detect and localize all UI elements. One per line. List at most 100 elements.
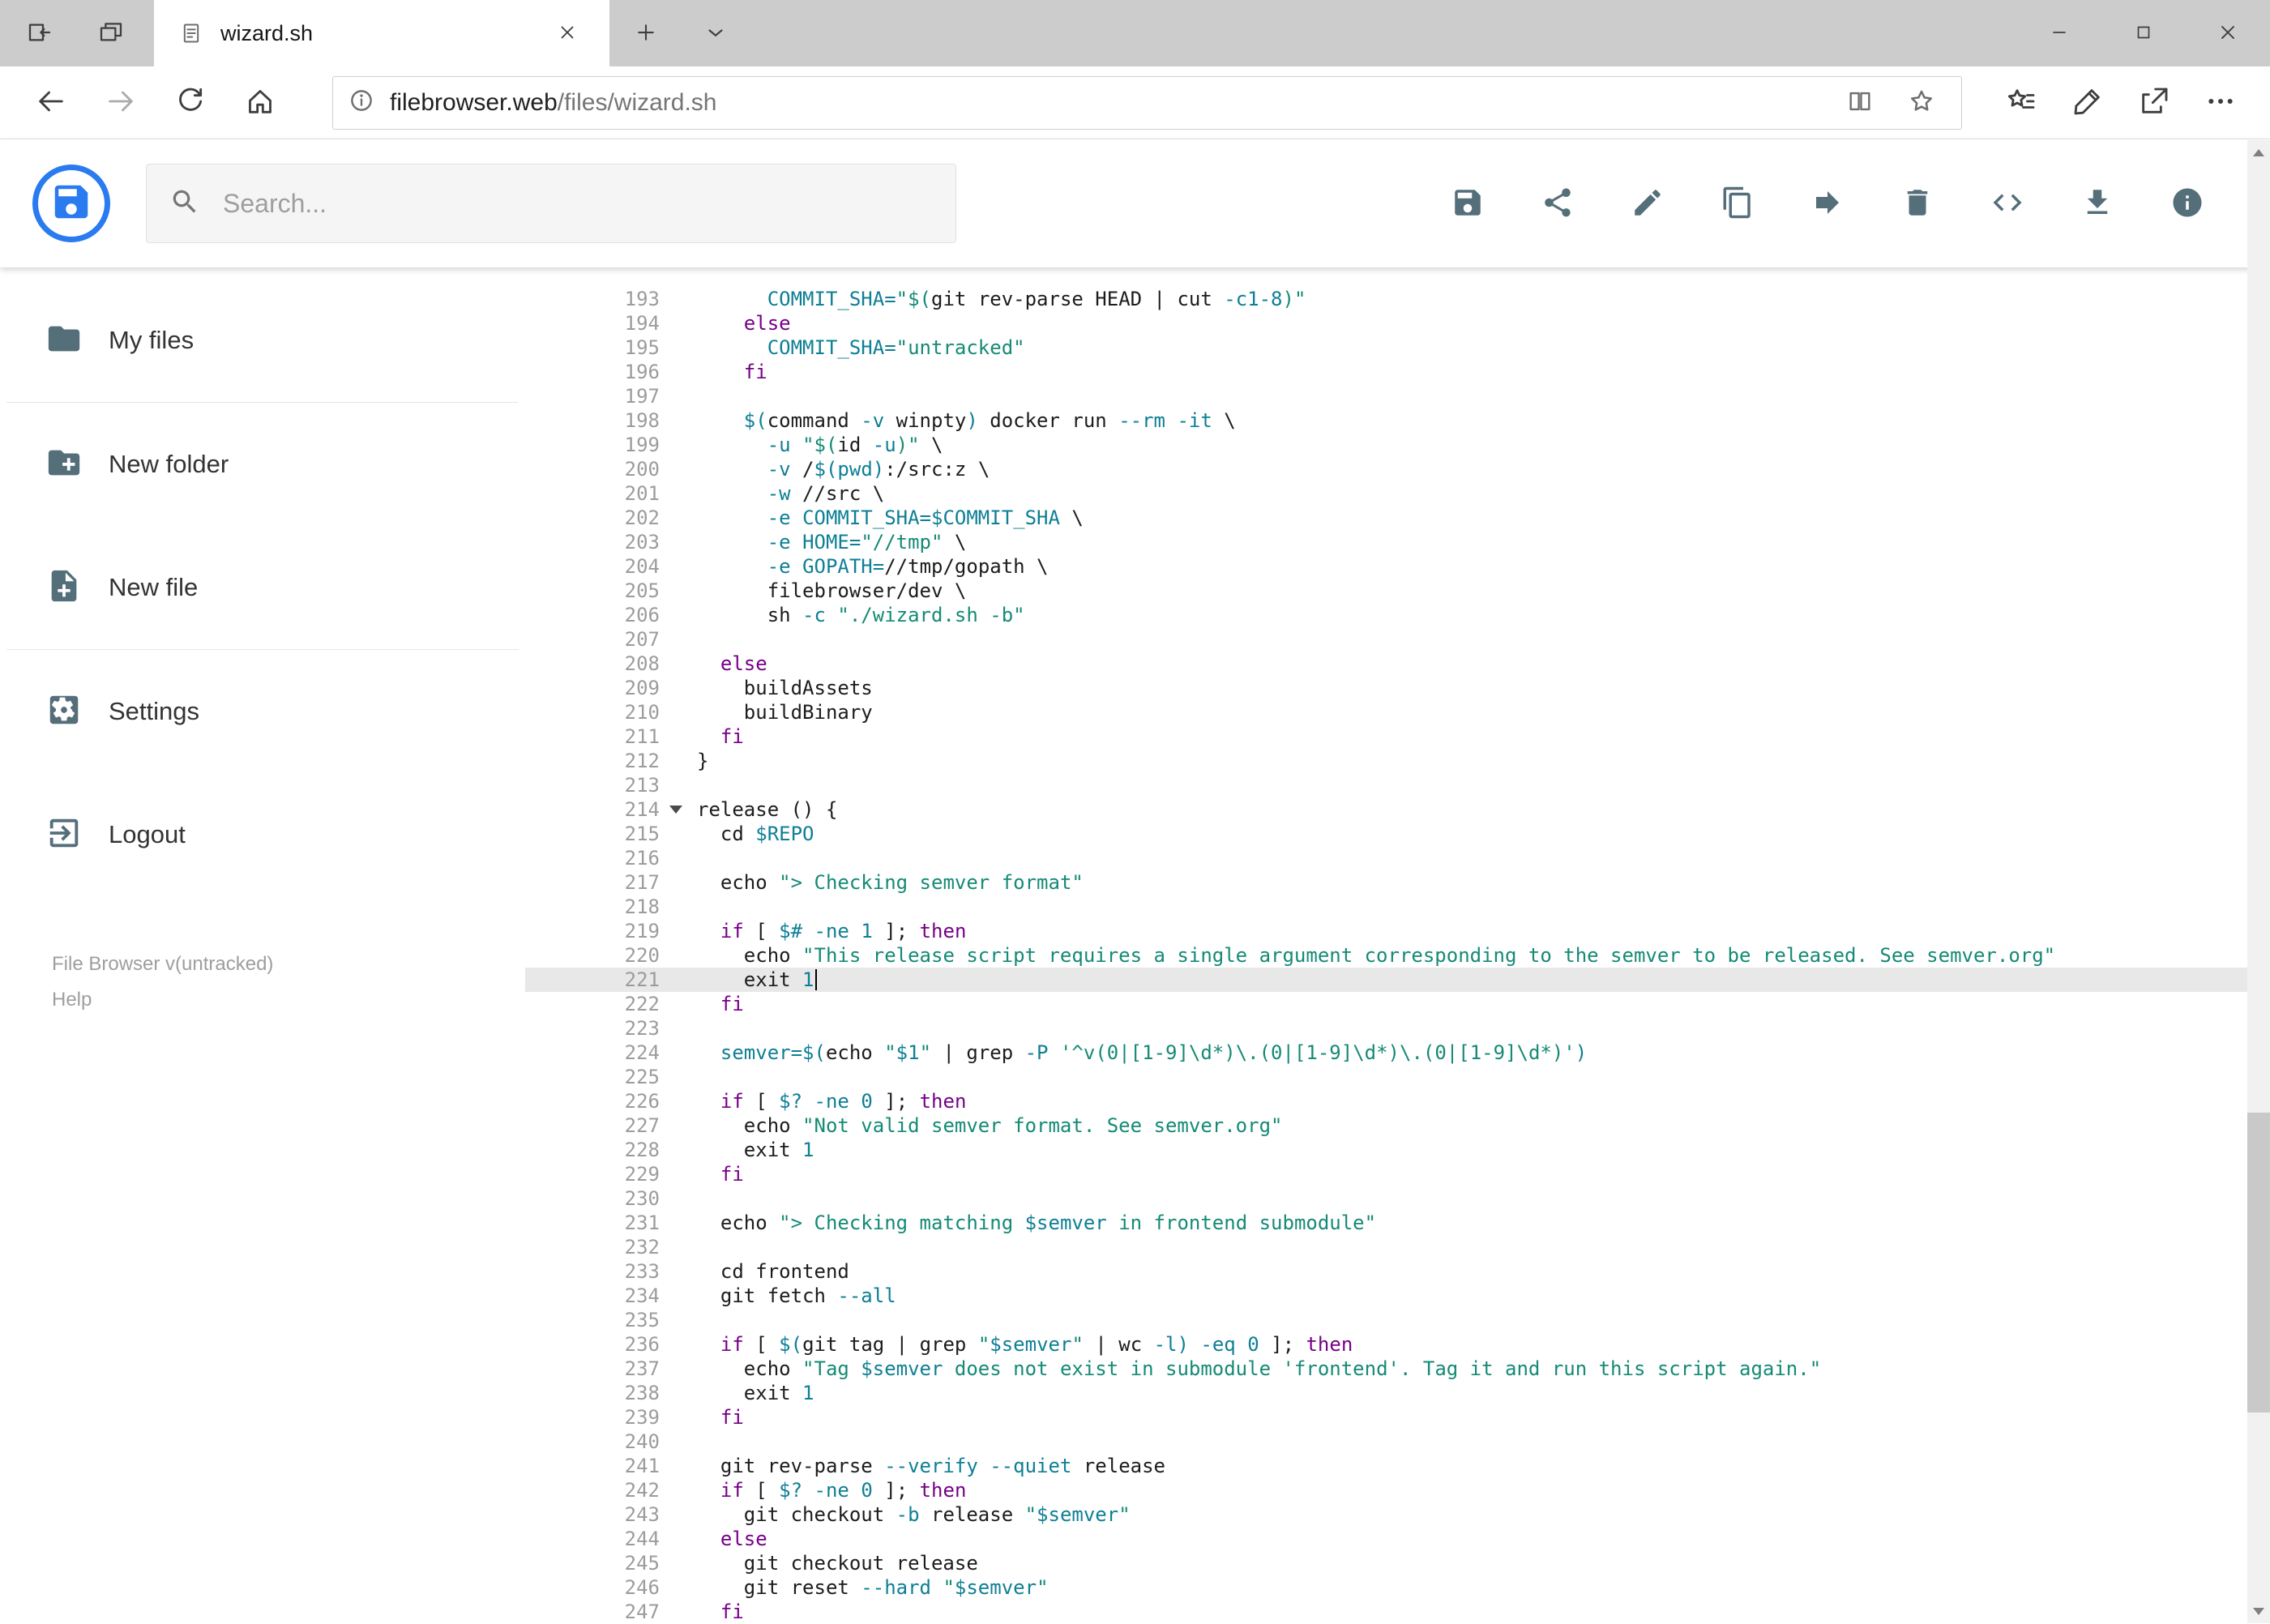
sidebar-item-new-folder[interactable]: New folder — [0, 403, 525, 526]
code-line[interactable]: 242 if [ $? -ne 0 ]; then — [525, 1478, 2270, 1502]
code-line[interactable]: 213 — [525, 773, 2270, 797]
web-note-button[interactable] — [2061, 76, 2114, 130]
fold-arrow-icon[interactable] — [669, 806, 682, 814]
back-button[interactable] — [24, 76, 78, 130]
code-line[interactable]: 246 git reset --hard "$semver" — [525, 1575, 2270, 1600]
code-line[interactable]: 207 — [525, 627, 2270, 652]
code-line[interactable]: 214 release () { — [525, 797, 2270, 822]
code-line[interactable]: 233 cd frontend — [525, 1259, 2270, 1284]
code-line[interactable]: 224 semver=$(echo "$1" | grep -P '^v(0|[… — [525, 1041, 2270, 1065]
search-box[interactable] — [146, 164, 956, 243]
code-line[interactable]: 239 fi — [525, 1405, 2270, 1430]
sidebar-item-logout[interactable]: Logout — [0, 773, 525, 896]
code-line[interactable]: 227 echo "Not valid semver format. See s… — [525, 1113, 2270, 1138]
sidebar-item-my-files[interactable]: My files — [0, 279, 525, 402]
move-button[interactable] — [1810, 186, 1845, 221]
code-line[interactable]: 238 exit 1 — [525, 1381, 2270, 1405]
code-line[interactable]: 243 git checkout -b release "$semver" — [525, 1502, 2270, 1527]
hub-favorites-button[interactable] — [1994, 76, 2048, 130]
code-line[interactable]: 198 $(command -v winpty) docker run --rm… — [525, 408, 2270, 433]
code-line[interactable]: 240 — [525, 1430, 2270, 1454]
forward-button[interactable] — [94, 76, 147, 130]
code-line[interactable]: 223 — [525, 1016, 2270, 1041]
home-button[interactable] — [233, 76, 287, 130]
code-line[interactable]: 236 if [ $(git tag | grep "$semver" | wc… — [525, 1332, 2270, 1357]
help-link[interactable]: Help — [52, 989, 525, 1011]
code-line[interactable]: 199 -u "$(id -u)" \ — [525, 433, 2270, 457]
code-line[interactable]: 206 sh -c "./wizard.sh -b" — [525, 603, 2270, 627]
code-line[interactable]: 196 fi — [525, 360, 2270, 384]
code-line[interactable]: 228 exit 1 — [525, 1138, 2270, 1162]
code-line[interactable]: 218 — [525, 895, 2270, 919]
info-button[interactable] — [2170, 186, 2205, 221]
code-line[interactable]: 211 fi — [525, 724, 2270, 749]
sidebar-item-new-file[interactable]: New file — [0, 526, 525, 649]
code-line[interactable]: 204 -e GOPATH=//tmp/gopath \ — [525, 554, 2270, 579]
search-input[interactable] — [221, 187, 936, 220]
code-line[interactable]: 220 echo "This release script requires a… — [525, 943, 2270, 968]
code-line[interactable]: 197 — [525, 384, 2270, 408]
refresh-button[interactable] — [164, 76, 217, 130]
download-button[interactable] — [2080, 186, 2115, 221]
code-line[interactable]: 195 COMMIT_SHA="untracked" — [525, 335, 2270, 360]
code-line[interactable]: 215 cd $REPO — [525, 822, 2270, 846]
code-line[interactable]: 247 fi — [525, 1600, 2270, 1624]
window-close-button[interactable] — [2186, 0, 2270, 66]
code-line[interactable]: 205 filebrowser/dev \ — [525, 579, 2270, 603]
code-line[interactable]: 244 else — [525, 1527, 2270, 1551]
site-info-icon[interactable] — [348, 87, 375, 118]
add-favorite-button[interactable] — [1895, 76, 1948, 130]
code-line[interactable]: 217 echo "> Checking semver format" — [525, 870, 2270, 895]
page-scrollbar[interactable] — [2247, 140, 2270, 1623]
code-line[interactable]: 212} — [525, 749, 2270, 773]
code-line[interactable]: 216 — [525, 846, 2270, 870]
code-line[interactable]: 229 fi — [525, 1162, 2270, 1186]
code-line[interactable]: 219 if [ $# -ne 1 ]; then — [525, 919, 2270, 943]
code-line[interactable]: 201 -w //src \ — [525, 481, 2270, 506]
url-text[interactable]: filebrowser.web/files/wizard.sh — [390, 89, 1833, 117]
browser-tab[interactable]: wizard.sh — [154, 0, 609, 66]
code-line[interactable]: 193 COMMIT_SHA="$(git rev-parse HEAD | c… — [525, 287, 2270, 311]
tab-close-button[interactable] — [549, 15, 585, 51]
code-line[interactable]: 221 exit 1 — [525, 968, 2270, 992]
window-maximize-button[interactable] — [2101, 0, 2186, 66]
save-button[interactable] — [1450, 186, 1486, 221]
code-line[interactable]: 225 — [525, 1065, 2270, 1089]
copy-button[interactable] — [1720, 186, 1755, 221]
filebrowser-logo[interactable] — [32, 165, 110, 242]
code-line[interactable]: 226 if [ $? -ne 0 ]; then — [525, 1089, 2270, 1113]
set-tabs-aside-button[interactable] — [15, 8, 65, 58]
tab-preview-chevron-button[interactable] — [690, 8, 741, 58]
code-line[interactable]: 222 fi — [525, 992, 2270, 1016]
sidebar-item-settings[interactable]: Settings — [0, 650, 525, 773]
share-button[interactable] — [1540, 186, 1575, 221]
code-line[interactable]: 209 buildAssets — [525, 676, 2270, 700]
code-line[interactable]: 203 -e HOME="//tmp" \ — [525, 530, 2270, 554]
scrollbar-thumb[interactable] — [2247, 1113, 2270, 1412]
share-page-button[interactable] — [2127, 76, 2181, 130]
code-line[interactable]: 194 else — [525, 311, 2270, 335]
code-line[interactable]: 231 echo "> Checking matching $semver in… — [525, 1211, 2270, 1235]
code-line[interactable]: 237 echo "Tag $semver does not exist in … — [525, 1357, 2270, 1381]
scrollbar-down-button[interactable] — [2247, 1599, 2270, 1623]
code-line[interactable]: 245 git checkout release — [525, 1551, 2270, 1575]
tabs-preview-button[interactable] — [86, 8, 136, 58]
reading-view-button[interactable] — [1833, 76, 1887, 130]
code-editor[interactable]: 193 COMMIT_SHA="$(git rev-parse HEAD | c… — [525, 267, 2270, 1623]
code-line[interactable]: 232 — [525, 1235, 2270, 1259]
code-line[interactable]: 230 — [525, 1186, 2270, 1211]
scrollbar-up-button[interactable] — [2247, 140, 2270, 165]
code-line[interactable]: 208 else — [525, 652, 2270, 676]
code-line[interactable]: 241 git rev-parse --verify --quiet relea… — [525, 1454, 2270, 1478]
settings-more-button[interactable] — [2194, 76, 2247, 130]
address-bar[interactable]: filebrowser.web/files/wizard.sh — [332, 75, 1962, 130]
code-line[interactable]: 210 buildBinary — [525, 700, 2270, 724]
edit-button[interactable] — [1630, 186, 1665, 221]
code-line[interactable]: 200 -v /$(pwd):/src:z \ — [525, 457, 2270, 481]
window-minimize-button[interactable] — [2017, 0, 2101, 66]
delete-button[interactable] — [1900, 186, 1935, 221]
new-tab-button[interactable] — [621, 8, 671, 58]
code-line[interactable]: 235 — [525, 1308, 2270, 1332]
code-line[interactable]: 202 -e COMMIT_SHA=$COMMIT_SHA \ — [525, 506, 2270, 530]
code-line[interactable]: 234 git fetch --all — [525, 1284, 2270, 1308]
